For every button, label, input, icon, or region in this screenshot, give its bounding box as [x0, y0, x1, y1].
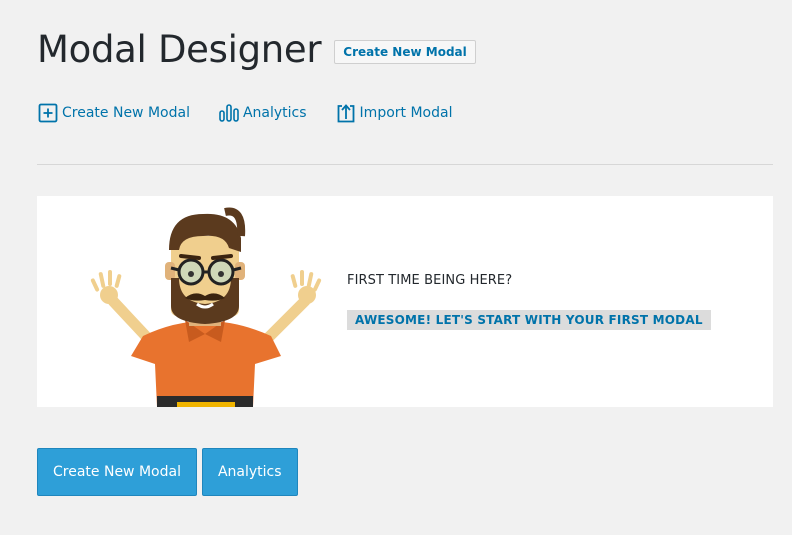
bar-chart-icon	[218, 102, 240, 124]
quick-links: Create New Modal Analytics Import Modal	[37, 102, 480, 124]
divider	[37, 164, 773, 165]
upload-icon	[335, 102, 357, 124]
create-new-modal-title-button[interactable]: Create New Modal	[334, 40, 476, 64]
mascot-illustration	[90, 207, 322, 407]
start-first-modal-button[interactable]: AWESOME! LET'S START WITH YOUR FIRST MOD…	[347, 310, 711, 330]
plus-square-icon	[37, 102, 59, 124]
quick-link-label: Create New Modal	[62, 105, 190, 121]
page-title: Modal Designer	[37, 28, 322, 71]
welcome-panel: FIRST TIME BEING HERE? AWESOME! LET'S ST…	[37, 196, 773, 407]
create-new-modal-button[interactable]: Create New Modal	[37, 448, 197, 496]
quick-link-label: Analytics	[242, 105, 307, 121]
quick-link-label: Import Modal	[359, 105, 453, 121]
analytics-button[interactable]: Analytics	[201, 448, 298, 496]
quick-link-import-modal[interactable]: Import Modal	[335, 102, 453, 124]
page-header: Modal Designer Create New Modal	[37, 28, 476, 72]
quick-link-create-new-modal[interactable]: Create New Modal	[37, 102, 190, 124]
welcome-text: FIRST TIME BEING HERE? AWESOME! LET'S ST…	[347, 273, 711, 330]
welcome-question: FIRST TIME BEING HERE?	[347, 273, 513, 288]
action-buttons: Create New Modal Analytics	[37, 448, 303, 496]
quick-link-analytics[interactable]: Analytics	[218, 102, 307, 124]
